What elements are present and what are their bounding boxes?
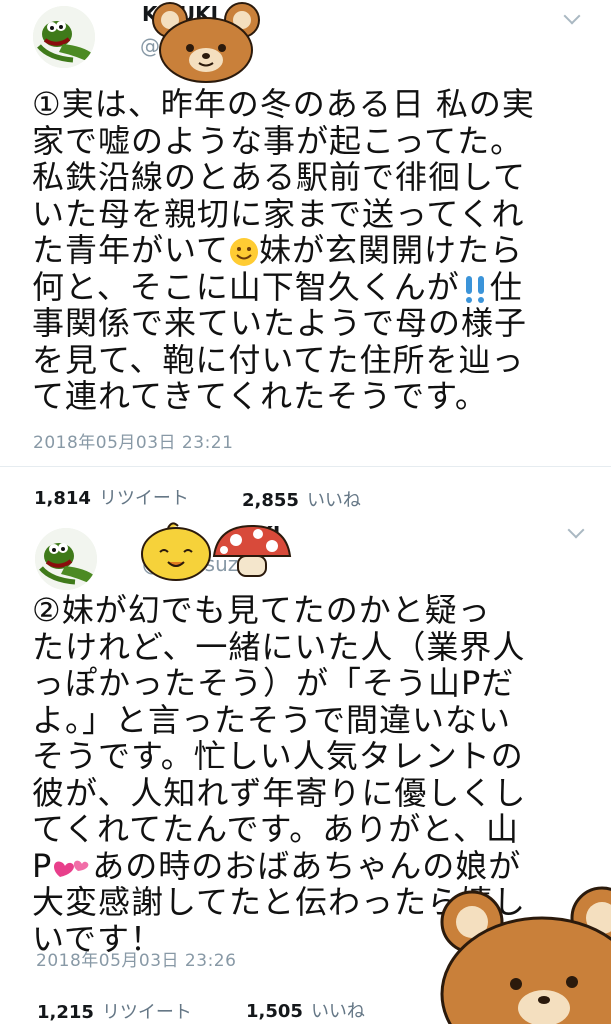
text-line: 何と、そこに山下智久くんが仕 [32, 267, 592, 306]
text-line: 家で嘘のような事が起こってた。 [32, 121, 524, 160]
frog-avatar-icon [35, 528, 97, 590]
like-label: いいね [306, 490, 361, 511]
two-hearts-emoji [54, 860, 89, 877]
text-line: た青年がいて 妹が玄関開けたら [32, 232, 592, 269]
text-line: 事関係で来ていたようで母の様子 [32, 304, 528, 342]
text-line: よ。」と言ったそうで間違いない [32, 700, 512, 739]
like-count[interactable]: 2,855 いいね [242, 486, 361, 512]
text-line: たけれど、一緒にいた人（業界人 [32, 627, 526, 666]
rilakkuma-bear-icon [440, 886, 611, 1024]
yellow-chick-icon [141, 522, 211, 581]
timestamp[interactable]: 2018年05月03日 23:26 [36, 946, 236, 971]
text-segment: あの時のおばあちゃんの娘が [92, 846, 522, 885]
text-line: を見て、鞄に付いてた住所を辿っ [32, 340, 525, 379]
text-line: ②妹が幻でも見てたのかと疑っ [32, 591, 491, 629]
retweet-number: 1,814 [34, 488, 91, 509]
avatar[interactable] [33, 6, 95, 68]
divider [0, 466, 611, 467]
text-segment: 妹が玄関開けたら [259, 231, 524, 269]
text-line: て連れてきてくれたそうです。 [32, 377, 488, 415]
text-line: てくれてたんです。ありがと、山 [32, 810, 520, 848]
chevron-down-icon[interactable] [567, 521, 585, 539]
text-line: 彼が、人知れず年寄りに優しくし [32, 773, 527, 812]
chevron-down-icon[interactable] [563, 7, 581, 25]
rilakkuma-bear-icon [152, 2, 260, 83]
red-mushroom-icon [212, 524, 292, 577]
retweet-count[interactable]: 1,814 リツイート [34, 484, 189, 510]
double-exclamation-emoji [465, 275, 484, 303]
text-segment: 何と、そこに山下智久くんが [32, 267, 460, 306]
text-line: いた母を親切に家まで送ってくれ [32, 194, 525, 233]
frog-avatar-icon [33, 6, 95, 68]
avatar[interactable] [35, 528, 97, 590]
text-line: P あの時のおばあちゃんの娘が [32, 846, 592, 885]
retweet-number: 1,215 [37, 1002, 94, 1023]
text-line: そうです。忙しい人気タレントの [32, 737, 524, 775]
tweet-2: S KI @ ayosuz ki ②妹が幻でも見てたのかと疑っ たけれど、一緒に… [0, 518, 611, 1024]
timestamp[interactable]: 2018年05月03日 23:21 [33, 428, 233, 453]
text-line: 私鉄沿線のとある駅前で徘徊して [32, 158, 527, 196]
retweet-label: リツイート [101, 1002, 192, 1023]
retweet-label: リツイート [98, 488, 189, 509]
text-segment: た青年がいて [32, 231, 230, 269]
text-line: ①実は、昨年の冬のある日 私の実 [32, 85, 535, 123]
retweet-count[interactable]: 1,215 リツイート [37, 998, 192, 1024]
smiling-face-emoji [230, 238, 259, 266]
like-number: 1,505 [246, 1001, 303, 1022]
tweet-text: ①実は、昨年の冬のある日 私の実 家で嘘のような事が起こってた。 私鉄沿線のとあ… [32, 86, 592, 415]
like-count[interactable]: 1,505 いいね [246, 997, 365, 1023]
like-label: いいね [310, 1001, 365, 1022]
tweet-1: K SUKI @ uki ①実は、昨年の冬のある日 私の実 家で嘘のような事が起… [0, 0, 611, 518]
text-segment: P [32, 846, 53, 885]
text-line: っぽかったそう）が「そう山Pだ [32, 664, 515, 702]
like-number: 2,855 [242, 490, 299, 511]
text-segment: 仕 [489, 267, 523, 306]
